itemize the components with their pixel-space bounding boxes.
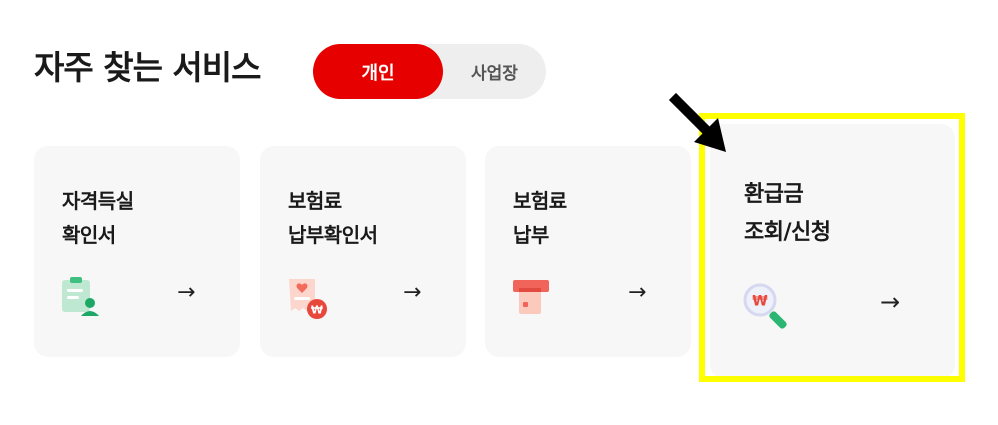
highlight-box [699, 113, 965, 382]
arrow-right-icon: → [177, 280, 196, 305]
card-payment-icon [513, 280, 549, 314]
service-label-line2: 납부확인서 [288, 223, 378, 247]
service-label-line1: 자격득실 [62, 189, 134, 213]
arrow-right-icon: → [403, 280, 422, 305]
customer-type-toggle[interactable]: 개인 사업장 [313, 44, 546, 99]
service-label-line2: 납부 [513, 223, 549, 247]
service-label-line2: 확인서 [62, 223, 116, 247]
service-label: 자격득실 확인서 [62, 184, 134, 252]
service-label-line1: 보험료 [288, 189, 342, 213]
service-label-line1: 보험료 [513, 189, 567, 213]
arrow-right-icon: → [628, 280, 647, 305]
service-card-qualification[interactable]: 자격득실 확인서 → [34, 146, 240, 357]
pointer-arrow-icon [668, 92, 726, 152]
toggle-workplace[interactable]: 사업장 [443, 44, 546, 99]
clipboard-user-icon [62, 277, 99, 316]
section-title: 자주 찾는 서비스 [34, 48, 261, 87]
toggle-individual[interactable]: 개인 [313, 44, 443, 99]
receipt-won-icon: ₩ [289, 279, 327, 319]
svg-text:₩: ₩ [311, 304, 323, 317]
service-card-payment-certificate[interactable]: 보험료 납부확인서 ₩ → [260, 146, 466, 357]
service-label: 보험료 납부확인서 [288, 184, 378, 252]
service-label: 보험료 납부 [513, 184, 567, 252]
service-card-premium-payment[interactable]: 보험료 납부 → [485, 146, 691, 357]
